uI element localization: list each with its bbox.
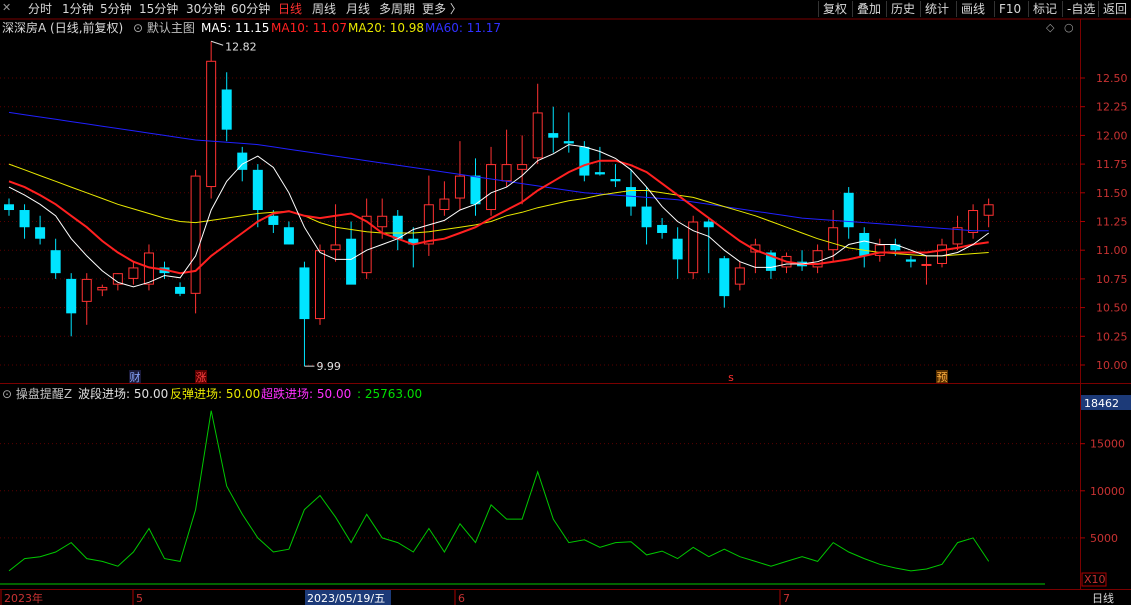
candle-body-12 bbox=[190, 175, 201, 294]
candle-body-37 bbox=[579, 146, 590, 176]
event-marker-0: 财 bbox=[130, 370, 141, 384]
candle-body-19 bbox=[299, 267, 310, 320]
ma20-line bbox=[8, 163, 989, 257]
candle-body-60 bbox=[937, 244, 947, 264]
candle-body-4 bbox=[66, 278, 77, 314]
ind-tick-label-1: 10000 bbox=[1090, 485, 1125, 498]
date-label-2: 2023/05/19/五 bbox=[307, 592, 385, 605]
candle-body-35 bbox=[548, 133, 559, 138]
candle-body-22 bbox=[346, 238, 357, 285]
price-tick-label-2: 12.00 bbox=[1096, 129, 1128, 142]
ind-tick-label-2: 5000 bbox=[1090, 532, 1118, 545]
candle-body-8 bbox=[128, 267, 139, 279]
candle-body-46 bbox=[719, 258, 730, 297]
candle-body-30 bbox=[470, 175, 481, 205]
indicator-value: : 25763.00 bbox=[357, 387, 423, 401]
ma10-line bbox=[8, 159, 989, 275]
current-value-badge: 18462 bbox=[1084, 397, 1119, 410]
candle-body-3 bbox=[50, 250, 61, 274]
candle-body-1 bbox=[19, 210, 30, 228]
candle-body-53 bbox=[828, 227, 839, 251]
candle-body-15 bbox=[237, 152, 248, 170]
candle-body-14 bbox=[221, 89, 232, 130]
candle-body-59 bbox=[921, 263, 932, 266]
candle-body-24 bbox=[377, 215, 388, 228]
indicator-title[interactable]: ⊙ 操盘提醒Z bbox=[2, 386, 72, 402]
candle-body-21 bbox=[330, 244, 341, 251]
candle-body-34 bbox=[532, 112, 543, 159]
candle-body-32 bbox=[501, 164, 512, 182]
price-tick-label-9: 10.25 bbox=[1096, 330, 1128, 343]
indicator-name: 操盘提醒Z bbox=[15, 387, 73, 401]
date-label-0: 2023年 bbox=[4, 591, 43, 605]
ind-tick-label-0: 15000 bbox=[1090, 438, 1125, 451]
price-tick-label-7: 10.75 bbox=[1096, 273, 1128, 286]
price-tick-label-0: 12.50 bbox=[1096, 72, 1128, 85]
date-label-3: 6 bbox=[458, 592, 465, 605]
price-tick-label-4: 11.50 bbox=[1096, 187, 1128, 200]
candle-body-62 bbox=[968, 210, 979, 233]
candle-body-28 bbox=[439, 198, 450, 211]
candle-body-5 bbox=[81, 278, 92, 302]
candle-body-44 bbox=[688, 221, 699, 274]
candle-body-29 bbox=[454, 175, 465, 199]
candle-body-18 bbox=[283, 227, 294, 245]
candle-body-41 bbox=[641, 206, 652, 228]
candle-body-17 bbox=[268, 215, 279, 225]
high-label: 12.82 bbox=[225, 40, 257, 53]
candle-body-47 bbox=[734, 267, 745, 285]
candle-body-16 bbox=[252, 169, 263, 211]
candle-body-55 bbox=[859, 232, 870, 256]
period-label: 日线 bbox=[1092, 591, 1114, 605]
candle-body-33 bbox=[517, 164, 528, 170]
price-tick-label-3: 11.75 bbox=[1096, 158, 1128, 171]
wave-entry: 波段进场: 50.00 bbox=[78, 387, 169, 401]
candle-body-36 bbox=[563, 141, 574, 144]
candle-body-39 bbox=[610, 179, 621, 182]
candle-body-20 bbox=[315, 250, 325, 320]
high-pointer bbox=[210, 40, 224, 46]
price-tick-label-5: 11.25 bbox=[1096, 216, 1128, 229]
candle-body-63 bbox=[983, 204, 994, 216]
oversold-entry: 超跌进场: 50.00 bbox=[261, 387, 352, 401]
indicator-arrow-icon: ⊙ bbox=[2, 387, 13, 401]
candle-body-6 bbox=[97, 286, 108, 291]
price-tick-label-6: 11.00 bbox=[1096, 244, 1128, 257]
event-marker-3: 预 bbox=[937, 371, 948, 384]
event-marker-1: 涨 bbox=[196, 371, 207, 384]
price-tick-label-1: 12.25 bbox=[1096, 101, 1128, 114]
candle-body-13 bbox=[206, 60, 217, 188]
candle-body-31 bbox=[486, 164, 497, 211]
multiplier-label: X10 bbox=[1084, 573, 1106, 586]
candle-body-0 bbox=[4, 204, 14, 211]
candle-body-11 bbox=[175, 286, 186, 294]
date-label-1: 5 bbox=[136, 592, 143, 605]
candle-body-2 bbox=[35, 227, 46, 239]
indicator-line bbox=[8, 410, 990, 572]
candle-body-25 bbox=[392, 215, 403, 239]
price-tick-label-10: 10.00 bbox=[1096, 359, 1128, 372]
rebound-entry: 反弹进场: 50.00 bbox=[170, 387, 261, 401]
event-marker-2: s bbox=[728, 371, 734, 384]
candle-body-42 bbox=[657, 224, 668, 233]
price-tick-label-8: 10.50 bbox=[1096, 302, 1128, 315]
date-label-4: 7 bbox=[783, 592, 790, 605]
candle-body-43 bbox=[672, 238, 683, 260]
candle-body-45 bbox=[703, 221, 714, 228]
low-label: 9.99 bbox=[316, 360, 341, 373]
kline-chart[interactable]: 12.50 12.25 12.00 11.75 11.50 11.25 11.00 10.75… bbox=[0, 0, 1131, 605]
candle-body-58 bbox=[905, 259, 916, 262]
candle-body-38 bbox=[594, 172, 605, 175]
